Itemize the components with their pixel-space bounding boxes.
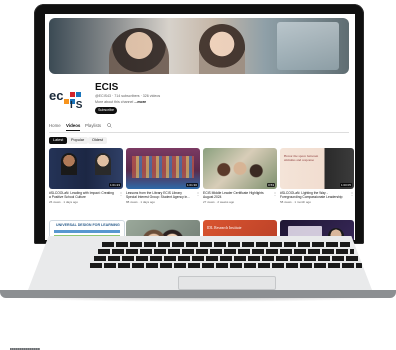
keyboard-row [90,263,362,268]
chip-popular[interactable]: Popular [67,137,89,144]
search-icon[interactable] [107,123,112,128]
video-title-line2[interactable]: August 2024 [203,195,275,199]
about-more[interactable]: ...more [134,100,146,104]
video-thumbnail[interactable]: 1:01:23 [49,148,123,189]
video-duration: 1:01:23 [108,183,121,187]
more-vert-icon[interactable]: ⋮ [119,191,123,196]
laptop-lid: ec IS ECIS @ECIS43 · 714 subscribers · 3… [34,4,364,244]
speaker-photo-left [61,153,77,175]
keyboard [90,242,362,272]
more-vert-icon[interactable]: ⋮ [273,191,277,196]
channel-banner [49,18,349,74]
video-thumbnail[interactable]: Honor the space between stimulus and res… [280,148,354,189]
channel-logo: ec IS [49,84,89,114]
channel-tabs: Home Videos Playlists [49,122,349,133]
laptop-deck [28,236,372,290]
channel-name: ECIS [95,82,119,93]
video-meta: 27 views · 2 weeks ago [203,200,235,204]
video-meta: 26 views · 1 days ago [49,200,79,204]
thumbnail-heading: IDL Research Institute [207,226,242,230]
banner-person-right [199,24,245,74]
channel-header: ec IS ECIS @ECIS43 · 714 subscribers · 3… [49,80,349,120]
library-shelves [132,156,194,178]
more-vert-icon[interactable]: ⋮ [196,191,200,196]
video-duration: 1:01:30 [185,183,198,187]
video-title-line2[interactable]: a Positive School Culture [49,195,121,199]
banner-person-left [109,28,169,74]
video-meta: 88 views · 1 days ago [126,200,156,204]
logo-square [64,99,69,104]
logo-square [76,92,81,97]
video-meta: 58 views · 1 month ago [280,200,312,204]
more-vert-icon[interactable]: ⋮ [350,191,354,196]
video-duration: 0:53 [267,183,275,187]
video-title-line2[interactable]: Foregrounding Compassionate Leadership [280,195,352,199]
video-duration: 1:00:05 [339,183,352,187]
logo-square [70,92,75,97]
speaker-photo-right [95,153,111,175]
logo-text-ec: ec [49,88,64,103]
about-prefix: More about this channel [95,100,135,104]
channel-meta: @ECIS43 · 714 subscribers · 326 videos [95,94,161,98]
video-thumbnail[interactable]: 1:01:30 [126,148,200,189]
thumbnail-quote: Honor the space between stimulus and res… [284,154,319,162]
laptop-front-edge [0,290,396,350]
video-title-line2[interactable]: Special Interest Group: Student Agency i… [126,195,198,199]
tab-videos[interactable]: Videos [66,123,81,131]
keyboard-row [94,256,358,261]
keyboard-row [98,249,354,254]
thumbnail-heading: UNIVERSAL DESIGN FOR LEARNING [56,223,120,227]
laptop-screen: ec IS ECIS @ECIS43 · 714 subscribers · 3… [45,14,355,240]
channel-about[interactable]: More about this channel ...more [95,100,146,104]
trackpad [178,276,276,290]
chip-oldest[interactable]: Oldest [88,137,107,144]
logo-text-is: IS [70,100,86,111]
keyboard-row [102,242,350,247]
chip-latest[interactable]: Latest [49,137,68,144]
banner-window [277,22,339,70]
classroom-people [213,160,267,184]
tab-home[interactable]: Home [49,123,61,128]
subscribe-button[interactable]: Subscribe [95,107,117,114]
video-thumbnail[interactable]: 0:53 [203,148,277,189]
laptop-base [0,236,396,350]
tab-playlists[interactable]: Playlists [85,123,101,128]
